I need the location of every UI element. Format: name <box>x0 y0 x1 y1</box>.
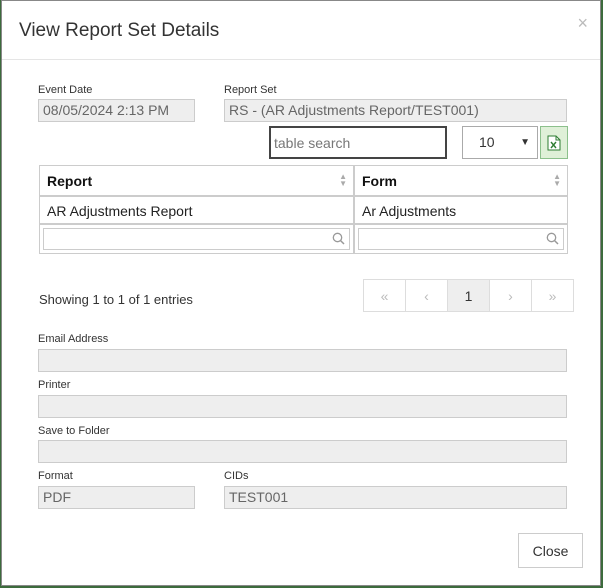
filter-cell-report <box>39 224 354 254</box>
form-filter-input[interactable] <box>358 228 564 250</box>
format-field[interactable]: PDF <box>38 486 195 509</box>
column-header-form[interactable]: Form ▲ ▼ <box>354 165 568 196</box>
search-icon <box>546 232 559 245</box>
save-folder-label: Save to Folder <box>38 425 110 437</box>
report-set-field[interactable]: RS - (AR Adjustments Report/TEST001) <box>224 99 567 122</box>
table-search-input[interactable] <box>269 126 447 159</box>
page-size-select[interactable]: 10 ▼ <box>462 126 538 159</box>
report-set-details-modal: View Report Set Details × Event Date 08/… <box>1 0 601 586</box>
table-info: Showing 1 to 1 of 1 entries <box>39 292 193 307</box>
report-filter-input[interactable] <box>43 228 350 250</box>
table-cell-report[interactable]: AR Adjustments Report <box>39 196 354 224</box>
event-date-label: Event Date <box>38 84 93 96</box>
report-set-label: Report Set <box>224 84 277 96</box>
filter-cell-form <box>354 224 568 254</box>
email-field[interactable] <box>38 349 567 372</box>
save-folder-field[interactable] <box>38 440 567 463</box>
chevron-down-icon: ▼ <box>520 137 530 148</box>
next-page-button[interactable]: › <box>489 279 532 312</box>
cids-label: CIDs <box>224 470 249 482</box>
close-icon[interactable]: × <box>577 14 588 32</box>
modal-title: View Report Set Details <box>19 20 220 41</box>
table-cell-form[interactable]: Ar Adjustments <box>354 196 568 224</box>
export-excel-button[interactable] <box>540 126 568 159</box>
modal-header: View Report Set Details × <box>2 1 600 60</box>
sort-icon: ▲ ▼ <box>553 172 561 188</box>
email-label: Email Address <box>38 333 109 345</box>
cids-field[interactable]: TEST001 <box>224 486 567 509</box>
excel-icon <box>547 135 561 150</box>
page-size-value: 10 <box>479 134 495 150</box>
last-page-button[interactable]: » <box>531 279 574 312</box>
search-icon <box>332 232 345 245</box>
close-button[interactable]: Close <box>518 533 583 568</box>
page-1-button[interactable]: 1 <box>447 279 490 312</box>
sort-icon: ▲ ▼ <box>339 172 347 188</box>
column-header-report[interactable]: Report ▲ ▼ <box>39 165 354 196</box>
column-header-label: Form <box>362 173 397 189</box>
format-label: Format <box>38 470 73 482</box>
event-date-field[interactable]: 08/05/2024 2:13 PM <box>38 99 195 122</box>
prev-page-button[interactable]: ‹ <box>405 279 448 312</box>
printer-label: Printer <box>38 379 71 391</box>
first-page-button[interactable]: « <box>363 279 406 312</box>
column-header-label: Report <box>47 173 93 189</box>
pagination: « ‹ 1 › » <box>363 279 574 312</box>
printer-field[interactable] <box>38 395 567 418</box>
